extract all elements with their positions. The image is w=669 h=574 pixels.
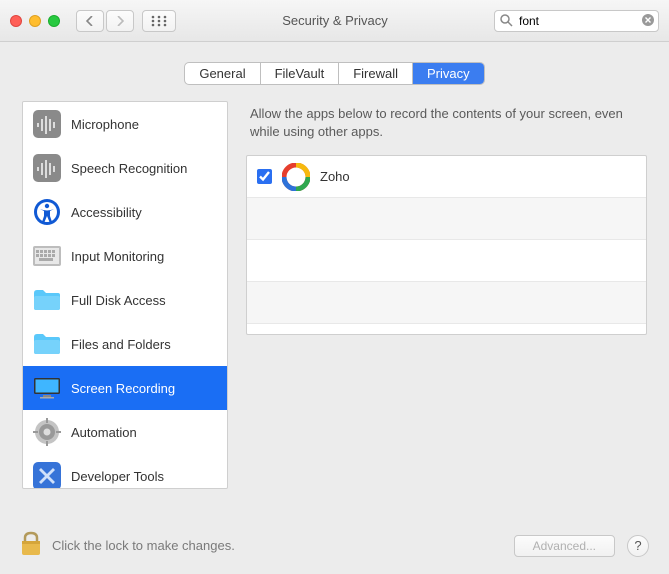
- lock-icon[interactable]: [20, 531, 42, 560]
- app-row-empty: [247, 240, 646, 282]
- accessibility-icon: [33, 198, 61, 226]
- sidebar-item-automation[interactable]: Automation: [23, 410, 227, 454]
- app-checkbox[interactable]: [257, 169, 272, 184]
- show-all-button[interactable]: [142, 10, 176, 32]
- search-wrap: [494, 10, 659, 32]
- app-row-zoho[interactable]: Zoho: [247, 156, 646, 198]
- app-label: Zoho: [320, 169, 350, 184]
- sidebar-item-speech-recognition[interactable]: Speech Recognition: [23, 146, 227, 190]
- app-list: Zoho: [246, 155, 647, 335]
- sidebar-item-label: Files and Folders: [71, 337, 171, 352]
- folder-icon: [33, 330, 61, 358]
- forward-button[interactable]: [106, 10, 134, 32]
- sidebar-item-microphone[interactable]: Microphone: [23, 102, 227, 146]
- titlebar: Security & Privacy: [0, 0, 669, 42]
- sidebar-item-label: Screen Recording: [71, 381, 175, 396]
- gear-icon: [33, 418, 61, 446]
- app-row-empty: [247, 282, 646, 324]
- sidebar-item-label: Automation: [71, 425, 137, 440]
- tab-filevault[interactable]: FileVault: [261, 63, 340, 84]
- tab-segmented: General FileVault Firewall Privacy: [184, 62, 484, 85]
- tab-privacy[interactable]: Privacy: [413, 63, 484, 84]
- folder-icon: [33, 286, 61, 314]
- tab-firewall[interactable]: Firewall: [339, 63, 413, 84]
- main-area: Microphone Speech Recognition Accessibil…: [0, 101, 669, 489]
- app-row-empty: [247, 198, 646, 240]
- speech-icon: [33, 154, 61, 182]
- nav-buttons: [76, 10, 134, 32]
- privacy-sidebar[interactable]: Microphone Speech Recognition Accessibil…: [22, 101, 228, 489]
- search-input[interactable]: [494, 10, 659, 32]
- sidebar-item-label: Accessibility: [71, 205, 142, 220]
- sidebar-item-label: Full Disk Access: [71, 293, 166, 308]
- sidebar-item-label: Developer Tools: [71, 469, 164, 484]
- sidebar-item-full-disk-access[interactable]: Full Disk Access: [23, 278, 227, 322]
- lock-wrap[interactable]: Click the lock to make changes.: [20, 531, 502, 560]
- window-controls: [10, 15, 60, 27]
- content-pane: Allow the apps below to record the conte…: [246, 101, 647, 489]
- sidebar-item-label: Microphone: [71, 117, 139, 132]
- keyboard-icon: [33, 242, 61, 270]
- zoom-icon[interactable]: [48, 15, 60, 27]
- lock-text: Click the lock to make changes.: [52, 538, 235, 553]
- search-icon: [499, 13, 513, 30]
- minimize-icon[interactable]: [29, 15, 41, 27]
- window-title: Security & Privacy: [184, 13, 486, 28]
- tab-row: General FileVault Firewall Privacy: [0, 42, 669, 101]
- clear-search-icon[interactable]: [641, 13, 655, 30]
- content-description: Allow the apps below to record the conte…: [246, 101, 647, 155]
- sidebar-item-accessibility[interactable]: Accessibility: [23, 190, 227, 234]
- advanced-button[interactable]: Advanced...: [514, 535, 615, 557]
- display-icon: [33, 374, 61, 402]
- sidebar-item-label: Speech Recognition: [71, 161, 187, 176]
- hammer-icon: [33, 462, 61, 489]
- close-icon[interactable]: [10, 15, 22, 27]
- sidebar-item-label: Input Monitoring: [71, 249, 164, 264]
- footer: Click the lock to make changes. Advanced…: [0, 517, 669, 574]
- microphone-icon: [33, 110, 61, 138]
- sidebar-item-screen-recording[interactable]: Screen Recording: [23, 366, 227, 410]
- sidebar-item-files-and-folders[interactable]: Files and Folders: [23, 322, 227, 366]
- help-button[interactable]: ?: [627, 535, 649, 557]
- sidebar-item-developer-tools[interactable]: Developer Tools: [23, 454, 227, 489]
- sidebar-item-input-monitoring[interactable]: Input Monitoring: [23, 234, 227, 278]
- zoho-icon: [282, 163, 310, 191]
- tab-general[interactable]: General: [185, 63, 260, 84]
- back-button[interactable]: [76, 10, 104, 32]
